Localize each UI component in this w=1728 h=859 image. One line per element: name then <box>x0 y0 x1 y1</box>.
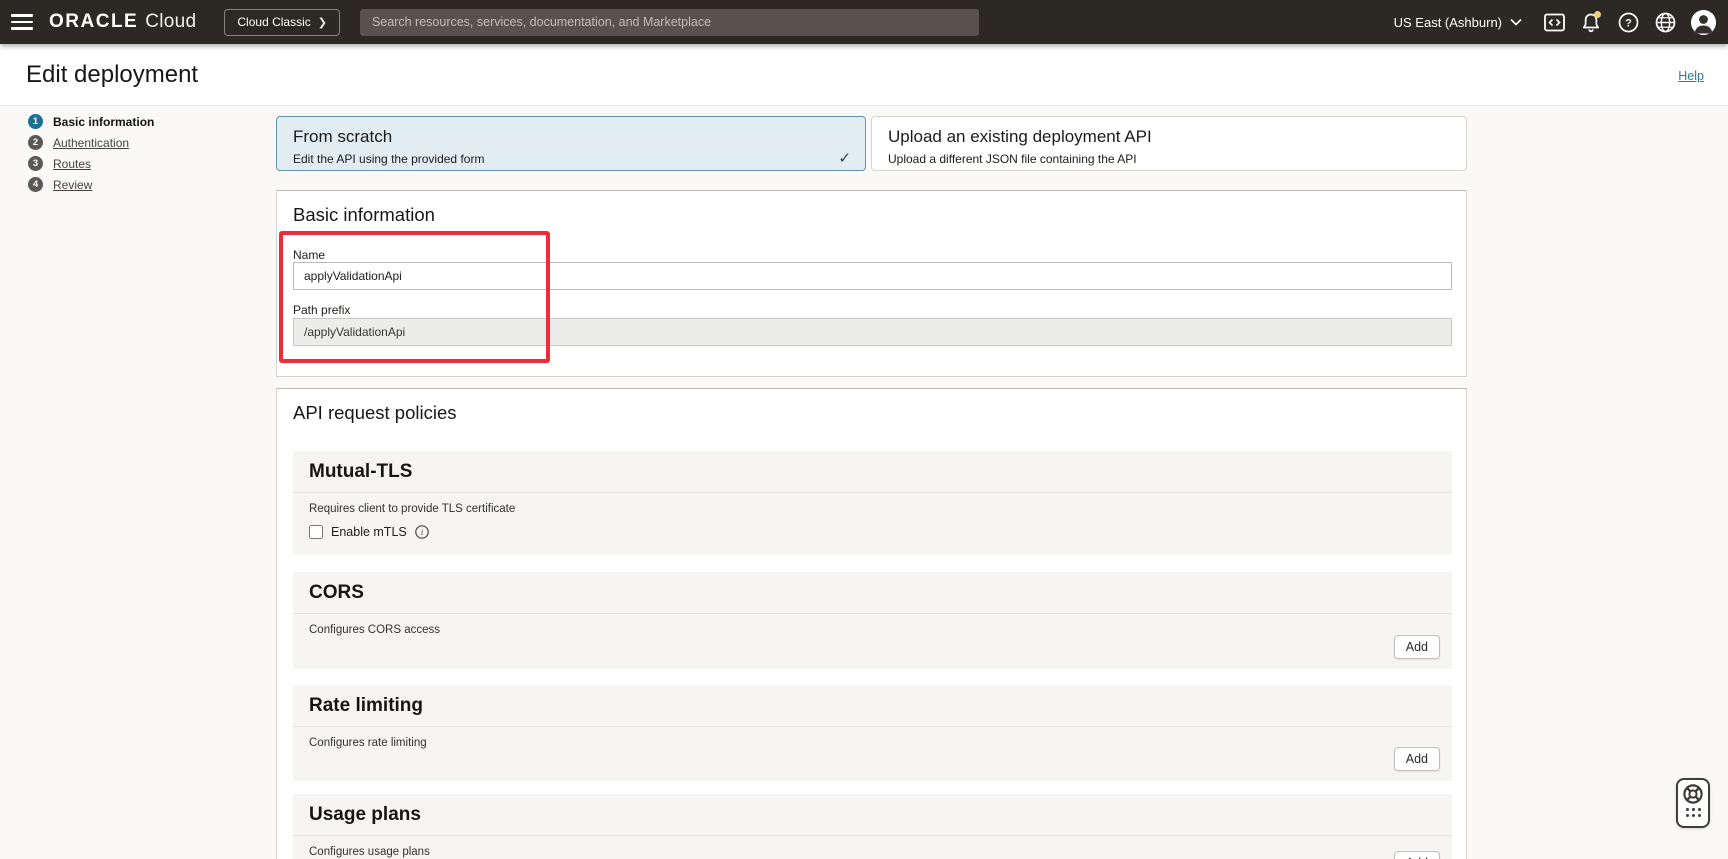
api-request-policies-heading: API request policies <box>293 402 457 424</box>
brand-oracle: ORACLE <box>49 11 138 33</box>
user-avatar[interactable] <box>1691 10 1716 35</box>
api-request-policies-panel: API request policies Mutual-TLS Requires… <box>276 388 1467 859</box>
step-number-badge: 1 <box>28 114 43 129</box>
name-field-label: Name <box>293 248 325 262</box>
help-link[interactable]: Help <box>1678 69 1704 83</box>
top-navigation-bar: ORACLE Cloud Cloud Classic ❯ US East (As… <box>0 0 1728 44</box>
card-subtitle: Edit the API using the provided form <box>293 152 849 166</box>
rate-limiting-description: Configures rate limiting <box>293 727 1452 749</box>
step-label: Basic information <box>53 115 154 129</box>
enable-mtls-row: Enable mTLS i <box>293 515 1452 539</box>
deployment-source-cards: From scratch Edit the API using the prov… <box>276 116 1467 171</box>
chevron-right-icon: ❯ <box>318 16 327 29</box>
region-label: US East (Ashburn) <box>1394 15 1502 30</box>
rate-limiting-section: Rate limiting Configures rate limiting A… <box>293 685 1452 781</box>
step-label[interactable]: Authentication <box>53 136 129 150</box>
usage-plans-add-button[interactable]: Add <box>1394 851 1440 859</box>
usage-plans-description: Configures usage plans <box>293 836 1452 858</box>
cloud-classic-label: Cloud Classic <box>237 15 310 29</box>
hamburger-menu-icon[interactable] <box>11 14 33 30</box>
card-subtitle: Upload a different JSON file containing … <box>888 152 1450 166</box>
step-authentication[interactable]: 2 Authentication <box>28 135 154 150</box>
usage-plans-title: Usage plans <box>293 794 1452 836</box>
basic-information-panel: Basic information Name Path prefix <box>276 190 1467 377</box>
enable-mtls-label: Enable mTLS <box>331 525 407 539</box>
svg-text:?: ? <box>1625 17 1632 29</box>
page-title: Edit deployment <box>26 61 198 89</box>
topbar-right-group: US East (Ashburn) <box>1394 0 1716 44</box>
card-title: Upload an existing deployment API <box>888 127 1450 147</box>
step-label[interactable]: Routes <box>53 157 91 171</box>
chevron-down-icon <box>1510 18 1522 26</box>
mutual-tls-title: Mutual-TLS <box>293 451 1452 493</box>
step-number-badge: 2 <box>28 135 43 150</box>
life-ring-icon <box>1682 783 1704 805</box>
step-basic-information: 1 Basic information <box>28 114 154 129</box>
path-prefix-input <box>293 318 1452 346</box>
name-input[interactable] <box>293 262 1452 290</box>
cors-section: CORS Configures CORS access Add <box>293 572 1452 669</box>
region-selector[interactable]: US East (Ashburn) <box>1394 15 1522 30</box>
step-routes[interactable]: 3 Routes <box>28 156 154 171</box>
cors-description: Configures CORS access <box>293 614 1452 636</box>
step-number-badge: 3 <box>28 156 43 171</box>
rate-limiting-add-button[interactable]: Add <box>1394 747 1440 771</box>
card-upload-existing-api[interactable]: Upload an existing deployment API Upload… <box>871 116 1467 171</box>
oracle-cloud-logo[interactable]: ORACLE Cloud <box>49 11 196 33</box>
cloud-classic-button[interactable]: Cloud Classic ❯ <box>224 9 340 36</box>
card-from-scratch[interactable]: From scratch Edit the API using the prov… <box>276 116 866 171</box>
selected-check-icon: ✓ <box>838 149 851 167</box>
search-input[interactable] <box>360 9 979 36</box>
rate-limiting-title: Rate limiting <box>293 685 1452 727</box>
floating-help-widget[interactable] <box>1676 778 1710 828</box>
svg-text:i: i <box>421 527 424 537</box>
basic-information-heading: Basic information <box>293 204 435 226</box>
cors-add-button[interactable]: Add <box>1394 635 1440 659</box>
wizard-steps-nav: 1 Basic information 2 Authentication 3 R… <box>28 114 154 198</box>
page-header: Edit deployment Help <box>0 44 1728 106</box>
mutual-tls-description: Requires client to provide TLS certifica… <box>293 493 1452 515</box>
brand-cloud: Cloud <box>145 11 196 33</box>
cors-title: CORS <box>293 572 1452 614</box>
notification-dot <box>1594 11 1601 18</box>
notifications-bell-icon[interactable] <box>1580 11 1602 33</box>
step-number-badge: 4 <box>28 177 43 192</box>
enable-mtls-checkbox[interactable] <box>309 525 323 539</box>
path-prefix-field-label: Path prefix <box>293 303 350 317</box>
developer-tools-icon[interactable] <box>1543 11 1565 33</box>
help-icon[interactable]: ? <box>1617 11 1639 33</box>
step-label[interactable]: Review <box>53 178 92 192</box>
drag-handle-dots-icon <box>1686 808 1701 817</box>
info-icon[interactable]: i <box>415 525 429 539</box>
language-globe-icon[interactable] <box>1654 11 1676 33</box>
card-title: From scratch <box>293 127 849 147</box>
usage-plans-section: Usage plans Configures usage plans Add <box>293 794 1452 859</box>
oracle-cloud-console: ORACLE Cloud Cloud Classic ❯ US East (As… <box>0 0 1728 859</box>
step-review[interactable]: 4 Review <box>28 177 154 192</box>
mutual-tls-section: Mutual-TLS Requires client to provide TL… <box>293 451 1452 555</box>
